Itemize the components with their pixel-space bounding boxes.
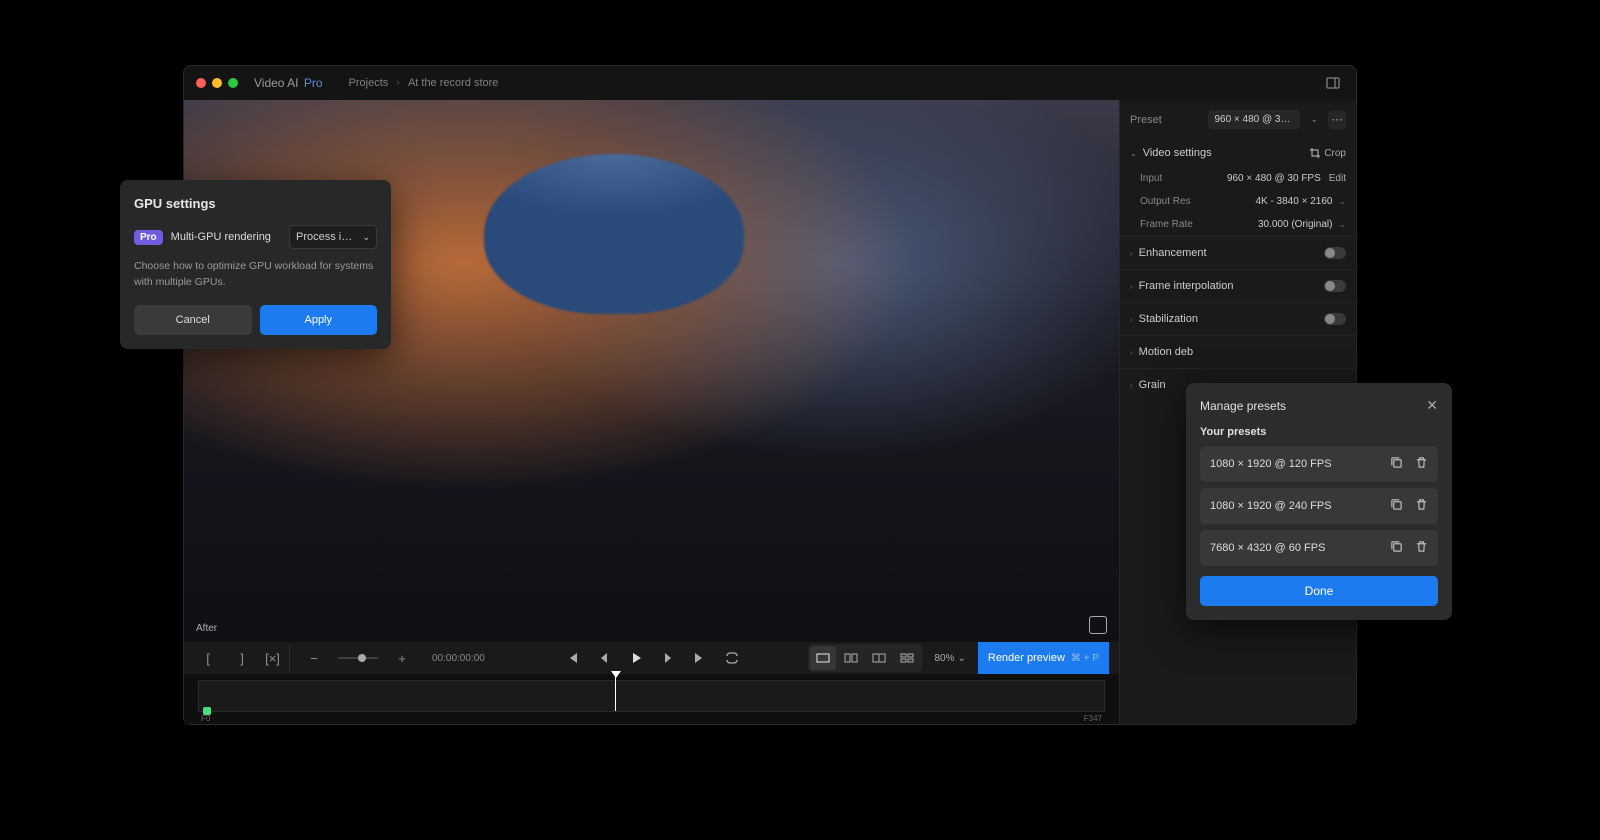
transport-bar: [ ] [×] − + 00:00:00:00 xyxy=(184,642,1119,674)
preset-item[interactable]: 1080 × 1920 @ 120 FPS xyxy=(1200,446,1438,482)
zoom-slider[interactable] xyxy=(338,657,378,659)
motion-deb-row[interactable]: › Motion deb xyxy=(1120,335,1356,368)
chevron-down-icon: ⌄ xyxy=(1338,196,1346,207)
trash-icon[interactable] xyxy=(1415,456,1428,472)
clear-marks-icon[interactable]: [×] xyxy=(262,644,290,672)
app-window: Video AI Pro Projects › At the record st… xyxy=(183,65,1357,725)
preset-item-label: 1080 × 1920 @ 240 FPS xyxy=(1210,500,1332,512)
frame-interp-toggle[interactable] xyxy=(1324,280,1346,292)
mark-in-icon[interactable]: [ xyxy=(194,644,222,672)
crop-button[interactable]: Crop xyxy=(1310,148,1346,159)
popover-subhead: Your presets xyxy=(1200,426,1438,438)
skip-forward-icon[interactable] xyxy=(686,644,714,672)
panel-toggle-icon[interactable] xyxy=(1322,72,1344,94)
view-side-icon[interactable] xyxy=(838,646,864,670)
input-edit-link[interactable]: Edit xyxy=(1329,173,1346,184)
manage-presets-popover: Manage presets ✕ Your presets 1080 × 192… xyxy=(1186,383,1452,620)
chevron-down-icon: ⌄ xyxy=(957,653,965,664)
breadcrumb: Projects › At the record store xyxy=(349,77,499,89)
maximize-window-button[interactable] xyxy=(228,78,238,88)
trash-icon[interactable] xyxy=(1415,540,1428,556)
chevron-right-icon: › xyxy=(1130,315,1133,324)
video-settings-header[interactable]: ⌄ Video settings Crop xyxy=(1120,139,1356,167)
after-label: After xyxy=(196,623,217,634)
apply-button[interactable]: Apply xyxy=(260,305,378,335)
preset-label: Preset xyxy=(1130,114,1162,126)
preset-dropdown[interactable]: 960 × 480 @ 30 F… xyxy=(1208,110,1300,129)
zoom-percent[interactable]: 80%⌄ xyxy=(934,653,965,664)
enhancement-toggle[interactable] xyxy=(1324,247,1346,259)
output-res-dropdown[interactable]: 4K - 3840 × 2160 xyxy=(1255,196,1332,207)
chevron-right-icon: › xyxy=(1130,282,1133,291)
window-controls xyxy=(196,78,238,88)
preset-item[interactable]: 1080 × 1920 @ 240 FPS xyxy=(1200,488,1438,524)
popover-title: Manage presets xyxy=(1200,399,1286,413)
view-grid-icon[interactable] xyxy=(894,646,920,670)
minimize-window-button[interactable] xyxy=(212,78,222,88)
skip-back-icon[interactable] xyxy=(558,644,586,672)
gpu-mode-dropdown[interactable]: Process i… ⌄ xyxy=(289,225,377,249)
output-res-label: Output Res xyxy=(1140,196,1191,207)
chevron-down-icon: ⌄ xyxy=(362,232,370,243)
playhead[interactable] xyxy=(615,677,616,711)
chevron-right-icon: › xyxy=(1130,381,1133,390)
timeline-start-frame: F0 xyxy=(201,714,210,723)
loop-icon[interactable] xyxy=(718,644,746,672)
enhancement-row[interactable]: › Enhancement xyxy=(1120,236,1356,269)
chevron-down-icon: ⌄ xyxy=(1338,219,1346,230)
stabilization-toggle[interactable] xyxy=(1324,313,1346,325)
step-back-icon[interactable] xyxy=(590,644,618,672)
chevron-down-icon: ⌄ xyxy=(1310,114,1318,125)
input-label: Input xyxy=(1140,173,1162,184)
gpu-settings-dialog: GPU settings Pro Multi-GPU rendering Pro… xyxy=(120,180,391,349)
pro-badge: Pro xyxy=(134,230,163,245)
step-forward-icon[interactable] xyxy=(654,644,682,672)
breadcrumb-current: At the record store xyxy=(408,77,499,89)
chevron-right-icon: › xyxy=(1130,348,1133,357)
zoom-in-icon[interactable]: + xyxy=(388,644,416,672)
frame-rate-label: Frame Rate xyxy=(1140,219,1193,230)
view-single-icon[interactable] xyxy=(810,646,836,670)
breadcrumb-root[interactable]: Projects xyxy=(349,77,389,89)
frame-rate-dropdown[interactable]: 30.000 (Original) xyxy=(1258,219,1332,230)
chevron-down-icon: ⌄ xyxy=(1130,149,1137,158)
gpu-dialog-title: GPU settings xyxy=(134,196,377,211)
close-window-button[interactable] xyxy=(196,78,206,88)
cancel-button[interactable]: Cancel xyxy=(134,305,252,335)
render-preview-button[interactable]: Render preview ⌘ + P xyxy=(978,642,1109,674)
done-button[interactable]: Done xyxy=(1200,576,1438,606)
chevron-right-icon: › xyxy=(396,77,400,89)
timeline-track[interactable]: F0 F347 xyxy=(198,680,1105,712)
zoom-out-icon[interactable]: − xyxy=(300,644,328,672)
preset-item-label: 1080 × 1920 @ 120 FPS xyxy=(1210,458,1332,470)
view-mode-group xyxy=(808,644,922,672)
frame-interp-row[interactable]: › Frame interpolation xyxy=(1120,269,1356,302)
shortcut-label: ⌘ + P xyxy=(1071,653,1099,664)
copy-icon[interactable] xyxy=(1390,540,1403,556)
titlebar: Video AI Pro Projects › At the record st… xyxy=(184,66,1356,100)
mark-out-icon[interactable]: ] xyxy=(228,644,256,672)
gpu-dialog-desc: Choose how to optimize GPU workload for … xyxy=(134,259,377,291)
chevron-right-icon: › xyxy=(1130,249,1133,258)
close-icon[interactable]: ✕ xyxy=(1426,397,1438,414)
app-title: Video AI Pro xyxy=(254,76,323,90)
view-split-icon[interactable] xyxy=(866,646,892,670)
copy-icon[interactable] xyxy=(1390,456,1403,472)
timeline-end-frame: F347 xyxy=(1084,714,1102,723)
preset-item[interactable]: 7680 × 4320 @ 60 FPS xyxy=(1200,530,1438,566)
fullscreen-icon[interactable] xyxy=(1089,616,1107,634)
play-icon[interactable] xyxy=(622,644,650,672)
timeline[interactable]: F0 F347 xyxy=(184,674,1119,724)
trash-icon[interactable] xyxy=(1415,498,1428,514)
multi-gpu-label: Multi-GPU rendering xyxy=(171,231,281,243)
timecode: 00:00:00:00 xyxy=(432,653,485,664)
preset-item-label: 7680 × 4320 @ 60 FPS xyxy=(1210,542,1325,554)
stabilization-row[interactable]: › Stabilization xyxy=(1120,302,1356,335)
copy-icon[interactable] xyxy=(1390,498,1403,514)
input-value: 960 × 480 @ 30 FPS xyxy=(1227,173,1321,184)
preset-more-icon[interactable]: ⋯ xyxy=(1328,111,1346,129)
